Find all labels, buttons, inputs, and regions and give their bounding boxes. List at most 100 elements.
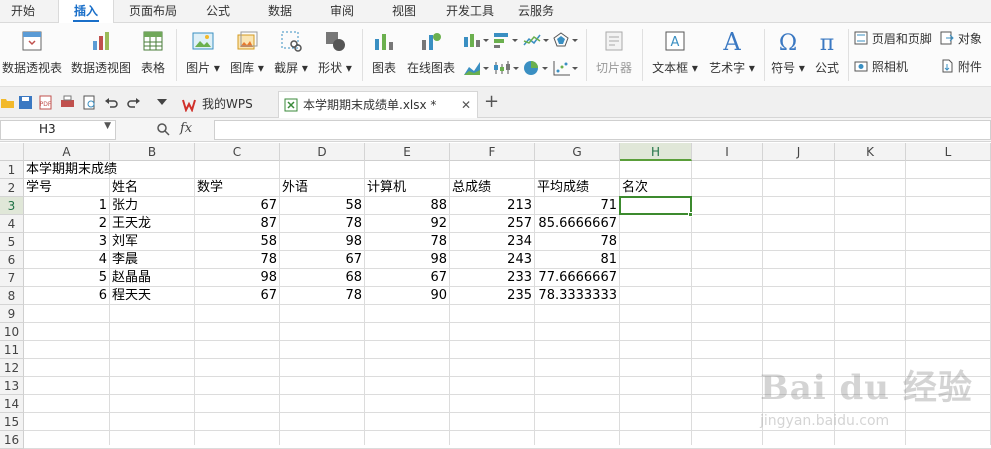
- table-cell[interactable]: 67: [195, 287, 279, 305]
- export-pdf-icon[interactable]: PDF: [38, 95, 53, 110]
- column-header-i[interactable]: I: [692, 143, 763, 161]
- menu-insert[interactable]: 插入: [58, 0, 114, 24]
- header-footer-button[interactable]: 页眉和页脚: [854, 29, 932, 49]
- table-cell[interactable]: 67: [365, 269, 449, 287]
- table-cell[interactable]: 刘军: [110, 233, 194, 251]
- name-box[interactable]: H3 ▼: [0, 120, 116, 140]
- tab-my-wps[interactable]: 我的WPS: [178, 91, 278, 118]
- column-header-f[interactable]: F: [450, 143, 535, 161]
- table-cell[interactable]: 81: [535, 251, 619, 269]
- picture-button[interactable]: 图片 ▾: [182, 23, 224, 87]
- column-header-l[interactable]: L: [906, 143, 991, 161]
- table-cell[interactable]: 58: [195, 233, 279, 251]
- table-cell[interactable]: 257: [450, 215, 534, 233]
- radar-chart-icon[interactable]: [552, 31, 580, 49]
- tab-active-file[interactable]: 本学期期末成绩单.xlsx * ✕: [278, 91, 478, 118]
- table-cell[interactable]: 234: [450, 233, 534, 251]
- function-icon[interactable]: fx: [180, 121, 192, 136]
- screenshot-button[interactable]: 截屏 ▾: [270, 23, 312, 87]
- table-cell[interactable]: 68: [280, 269, 364, 287]
- column-header-d[interactable]: D: [280, 143, 365, 161]
- table-cell[interactable]: 2: [24, 215, 109, 233]
- symbol-button[interactable]: Ω 符号 ▾: [766, 23, 810, 87]
- table-cell[interactable]: 78: [535, 233, 619, 251]
- row-header[interactable]: 10: [0, 323, 24, 341]
- table-cell[interactable]: 87: [195, 215, 279, 233]
- table-cell[interactable]: 88: [365, 197, 449, 215]
- attachment-button[interactable]: 附件: [940, 57, 982, 77]
- header-cell[interactable]: 学号: [24, 179, 109, 197]
- scatter-chart-icon[interactable]: [552, 59, 580, 77]
- table-cell[interactable]: 71: [535, 197, 619, 215]
- table-cell[interactable]: 92: [365, 215, 449, 233]
- table-cell[interactable]: 85.6666667: [535, 215, 619, 233]
- table-cell[interactable]: 3: [24, 233, 109, 251]
- table-cell[interactable]: 6: [24, 287, 109, 305]
- table-cell[interactable]: 程天天: [110, 287, 194, 305]
- textbox-button[interactable]: A 文本框 ▾: [648, 23, 702, 87]
- table-button[interactable]: 表格: [136, 23, 170, 87]
- header-cell[interactable]: 外语: [280, 179, 364, 197]
- zoom-search-icon[interactable]: [156, 122, 170, 136]
- pie-chart-icon[interactable]: [522, 59, 550, 77]
- close-tab-icon[interactable]: ✕: [461, 92, 471, 119]
- header-cell[interactable]: 总成绩: [450, 179, 534, 197]
- menu-home[interactable]: 开始: [0, 0, 46, 23]
- table-cell[interactable]: 张力: [110, 197, 194, 215]
- undo-icon[interactable]: [104, 95, 119, 110]
- chart-button[interactable]: 图表: [366, 23, 402, 87]
- fill-handle[interactable]: [688, 212, 693, 217]
- row-header[interactable]: 1: [0, 161, 24, 179]
- online-chart-button[interactable]: 在线图表: [404, 23, 458, 87]
- row-header[interactable]: 14: [0, 395, 24, 413]
- column-chart-icon[interactable]: [462, 31, 490, 49]
- column-header-g[interactable]: G: [535, 143, 620, 161]
- table-cell[interactable]: 90: [365, 287, 449, 305]
- header-cell[interactable]: 名次: [620, 179, 691, 197]
- menu-developer[interactable]: 开发工具: [438, 0, 502, 23]
- camera-button[interactable]: 照相机: [854, 57, 908, 77]
- table-cell[interactable]: 98: [195, 269, 279, 287]
- sheet-title-cell[interactable]: 本学期期末成绩: [24, 161, 117, 179]
- row-header[interactable]: 15: [0, 413, 24, 431]
- quick-access-dropdown-icon[interactable]: [156, 98, 168, 106]
- header-cell[interactable]: 计算机: [365, 179, 449, 197]
- table-cell[interactable]: 213: [450, 197, 534, 215]
- column-header-b[interactable]: B: [110, 143, 195, 161]
- table-cell[interactable]: 98: [365, 251, 449, 269]
- redo-icon[interactable]: [126, 95, 141, 110]
- row-header[interactable]: 6: [0, 251, 24, 269]
- menu-page-layout[interactable]: 页面布局: [118, 0, 188, 23]
- print-preview-icon[interactable]: [82, 95, 97, 110]
- row-header[interactable]: 8: [0, 287, 24, 305]
- table-cell[interactable]: 235: [450, 287, 534, 305]
- name-box-dropdown-icon[interactable]: ▼: [104, 121, 111, 131]
- row-header[interactable]: 7: [0, 269, 24, 287]
- menu-formula[interactable]: 公式: [194, 0, 242, 23]
- column-header-k[interactable]: K: [835, 143, 906, 161]
- table-cell[interactable]: 77.6666667: [535, 269, 619, 287]
- table-cell[interactable]: 233: [450, 269, 534, 287]
- pivot-table-button[interactable]: 数据透视表: [0, 23, 64, 87]
- table-cell[interactable]: 67: [280, 251, 364, 269]
- table-cell[interactable]: 58: [280, 197, 364, 215]
- table-cell[interactable]: 赵晶晶: [110, 269, 194, 287]
- table-cell[interactable]: 78: [195, 251, 279, 269]
- table-cell[interactable]: 78.3333333: [535, 287, 619, 305]
- new-tab-plus-icon[interactable]: +: [484, 91, 499, 112]
- table-cell[interactable]: 李晨: [110, 251, 194, 269]
- table-cell[interactable]: 78: [365, 233, 449, 251]
- table-cell[interactable]: 5: [24, 269, 109, 287]
- menu-view[interactable]: 视图: [380, 0, 428, 23]
- table-cell[interactable]: 243: [450, 251, 534, 269]
- menu-cloud[interactable]: 云服务: [508, 0, 564, 23]
- row-header[interactable]: 11: [0, 341, 24, 359]
- table-cell[interactable]: 98: [280, 233, 364, 251]
- select-all-corner[interactable]: [0, 143, 24, 161]
- object-button[interactable]: 对象: [940, 29, 982, 49]
- row-header[interactable]: 13: [0, 377, 24, 395]
- table-cell[interactable]: 78: [280, 215, 364, 233]
- column-header-c[interactable]: C: [195, 143, 280, 161]
- header-cell[interactable]: 数学: [195, 179, 279, 197]
- open-folder-icon[interactable]: [0, 95, 15, 110]
